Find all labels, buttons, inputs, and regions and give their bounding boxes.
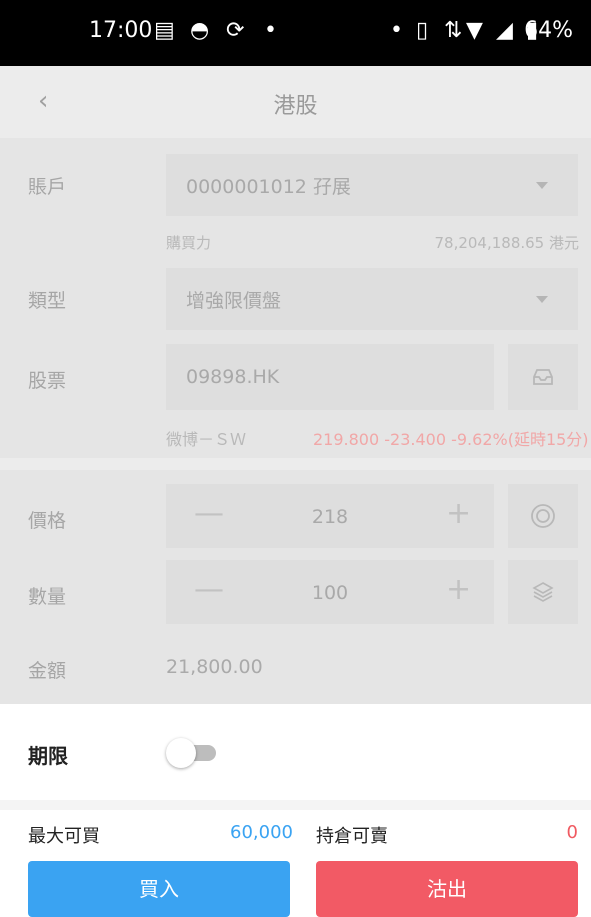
bowl-icon: ◓ xyxy=(190,18,210,43)
stock-input[interactable]: 09898.HK xyxy=(166,344,494,410)
stock-lookup-button[interactable] xyxy=(508,344,578,410)
toggle-knob xyxy=(166,738,196,768)
validity-toggle[interactable] xyxy=(166,738,218,768)
order-type-select[interactable]: 增強限價盤 xyxy=(166,268,578,330)
signal-icon: ◢ xyxy=(496,18,513,43)
quantity-layers-button[interactable] xyxy=(508,560,578,624)
price-value[interactable]: 218 xyxy=(166,506,494,528)
sell-button[interactable]: 沽出 xyxy=(316,861,578,917)
data-icon: ⇅ xyxy=(444,18,463,43)
vibrate-icon: ▯ xyxy=(416,18,429,43)
account-select[interactable]: 0000001012 孖展 xyxy=(166,154,578,216)
type-label: 類型 xyxy=(28,290,67,312)
buy-button[interactable]: 買入 xyxy=(28,861,290,917)
stock-label: 股票 xyxy=(28,370,67,392)
order-type-value: 增強限價盤 xyxy=(186,290,282,312)
stock-name: 微博－ＳＷ xyxy=(166,430,247,449)
stock-code: 09898.HK xyxy=(186,366,280,388)
dot-icon: • xyxy=(390,18,403,43)
status-time: 17:00 xyxy=(89,18,153,43)
amount-value: 21,800.00 xyxy=(166,656,263,678)
dot-icon: • xyxy=(264,18,277,43)
footer-divider xyxy=(0,800,591,810)
battery-percent: 64% xyxy=(524,18,573,43)
chevron-down-icon xyxy=(536,182,548,189)
sync-icon: ⟳ xyxy=(226,18,245,43)
wifi-icon: ▼ xyxy=(466,18,483,43)
account-value: 0000001012 孖展 xyxy=(186,176,351,198)
price-stepper[interactable]: — 218 + xyxy=(166,484,494,548)
max-buy-label: 最大可買 xyxy=(28,826,100,847)
message-icon: ▤ xyxy=(154,18,175,43)
holding-sell-value: 0 xyxy=(566,822,578,843)
holding-sell-label: 持倉可賣 xyxy=(316,826,388,847)
chevron-down-icon xyxy=(536,296,548,303)
max-buy-value: 60,000 xyxy=(230,822,293,843)
page-title: 港股 xyxy=(273,94,318,119)
stock-quote: 219.800 -23.400 -9.62%(延時15分) xyxy=(313,430,589,449)
quantity-value[interactable]: 100 xyxy=(166,582,494,604)
price-target-button[interactable] xyxy=(508,484,578,548)
layers-icon xyxy=(532,582,554,602)
quantity-increase-button[interactable]: + xyxy=(446,572,471,607)
buying-power-value: 78,204,188.65 港元 xyxy=(434,234,579,252)
buying-power-label: 購買力 xyxy=(166,234,212,252)
price-label: 價格 xyxy=(28,510,67,532)
quantity-stepper[interactable]: — 100 + xyxy=(166,560,494,624)
account-label: 賬戶 xyxy=(28,176,67,198)
inbox-icon xyxy=(533,369,553,385)
quantity-label: 數量 xyxy=(28,586,67,608)
amount-label: 金額 xyxy=(28,660,67,682)
header-bar: ‹ 港股 xyxy=(0,66,591,138)
price-increase-button[interactable]: + xyxy=(446,496,471,531)
section-divider xyxy=(0,458,591,470)
target-icon xyxy=(531,504,555,528)
status-bar: 17:00 ▤ ◓ ⟳ • • ▯ ⇅ ▼ ◢ ▮ 64% xyxy=(0,0,591,66)
validity-label: 期限 xyxy=(28,744,68,768)
